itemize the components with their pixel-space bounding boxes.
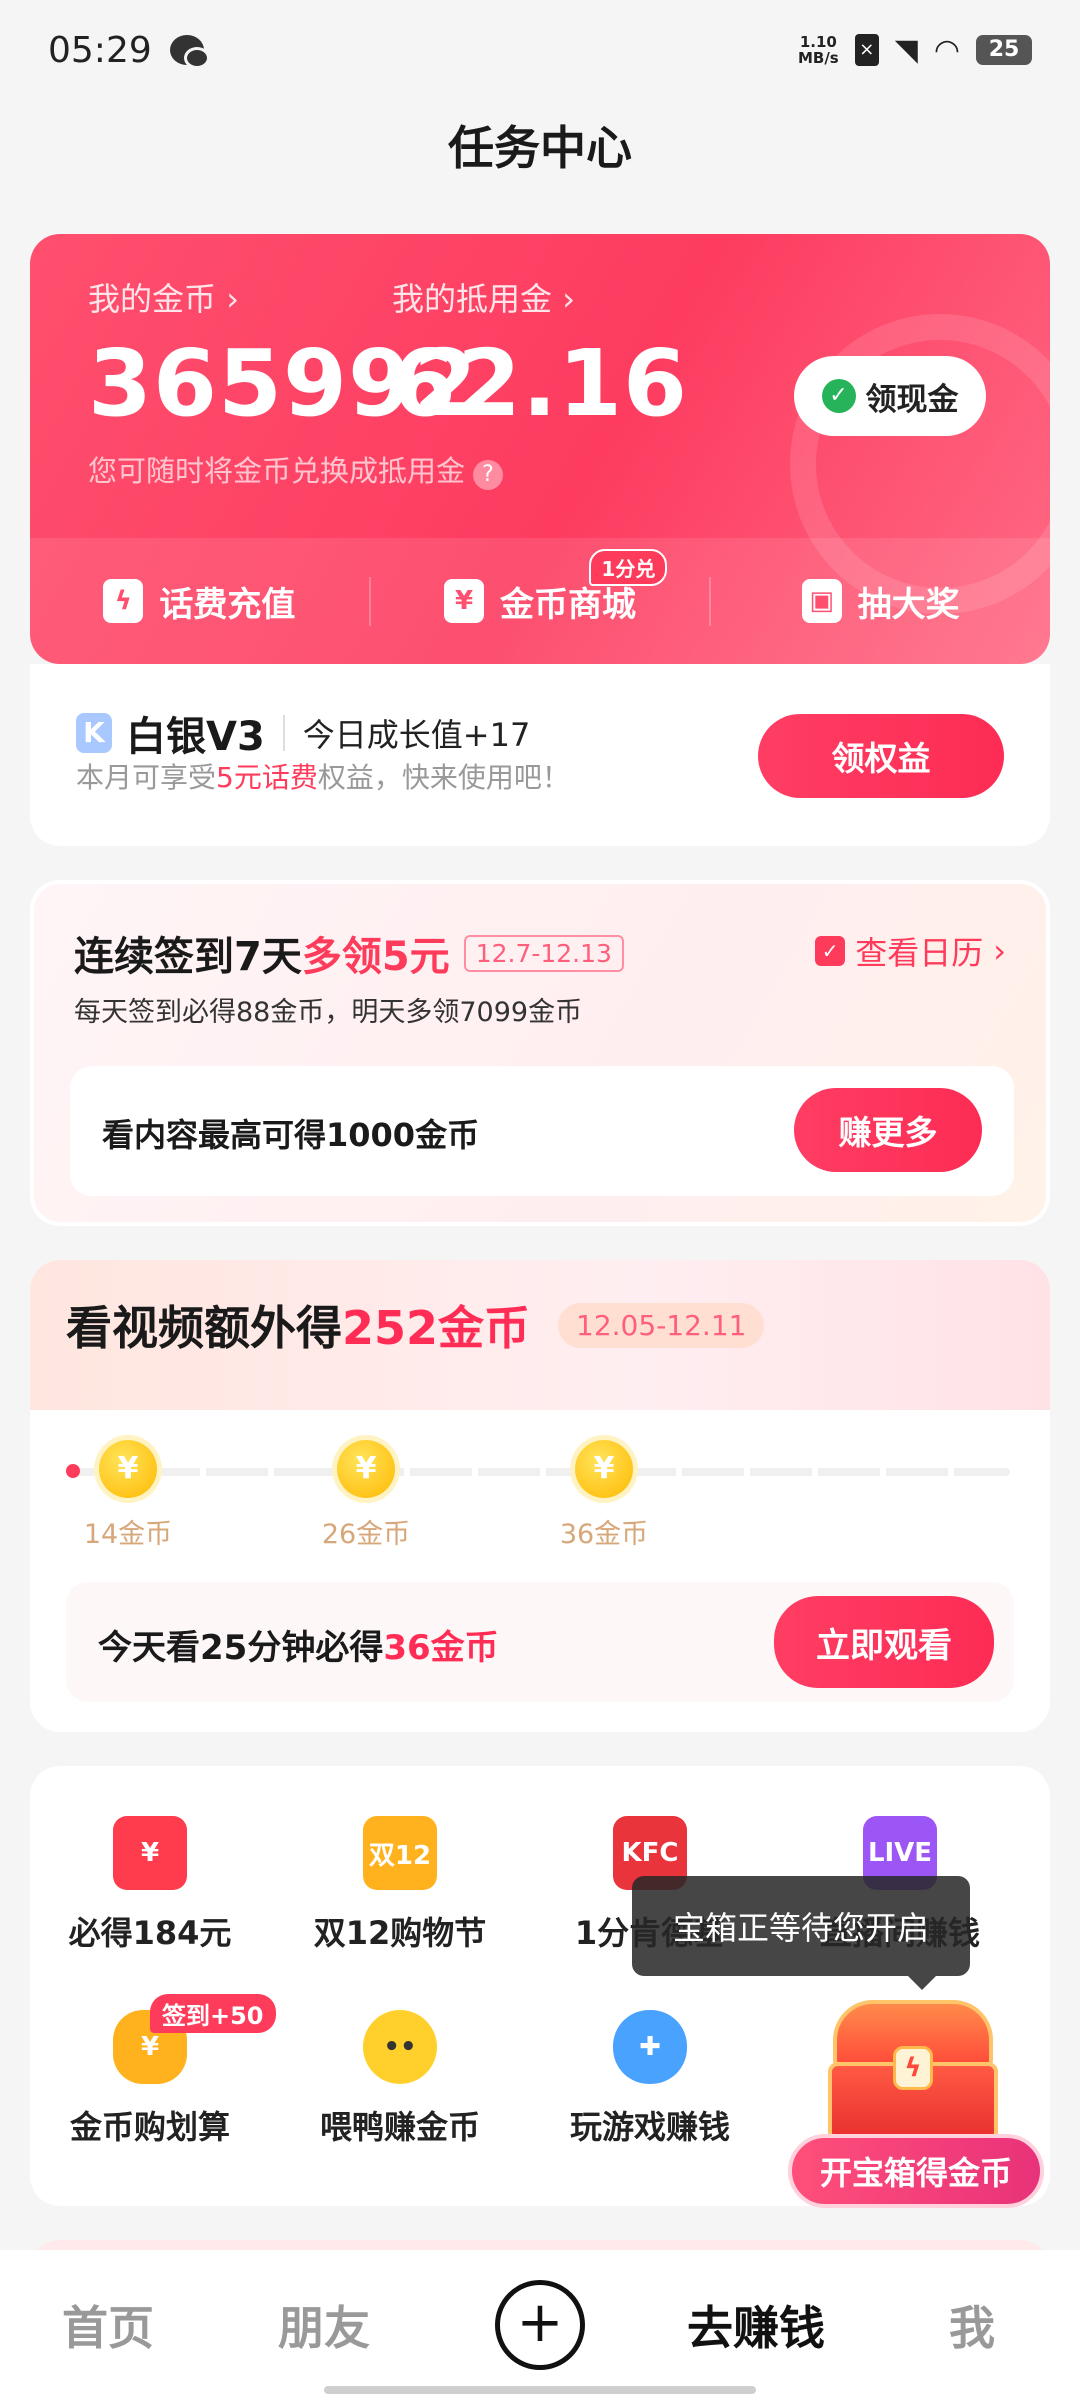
coin-icon: ¥ (575, 1440, 633, 1498)
my-voucher[interactable]: 我的抵用金 › 62.16 (392, 274, 688, 437)
my-coins-label: 我的金币 (88, 280, 217, 318)
nav-create[interactable]: + (432, 2280, 648, 2370)
nav-friends[interactable]: 朋友 (216, 2292, 432, 2358)
grid-item-coin-deals[interactable]: ¥ 签到+50 金币购划算 (30, 1994, 276, 2148)
chevron-right-icon: › (562, 280, 575, 318)
content-task-text: 看内容最高可得1000金币 (102, 1116, 480, 1154)
coin-icon: ¥ (337, 1440, 395, 1498)
signal-icon: ◥ (894, 32, 918, 68)
wechat-notification-icon (169, 35, 210, 69)
chevron-right-icon: › (993, 932, 1006, 970)
checkin-card: 连续签到7天 多领5元 12.7-12.13 ✓ 查看日历 › 每天签到必得88金… (30, 880, 1050, 1226)
lottery-button[interactable]: ▣ 抽大奖 (709, 576, 1050, 626)
calendar-icon: ✓ (815, 936, 846, 966)
battery-icon: 25 (976, 35, 1032, 65)
checkin-bonus-badge: 签到+50 (150, 1994, 276, 2033)
coin-actions: ϟ 话费充值 ¥ 金币商城 1分兑 ▣ 抽大奖 (30, 538, 1050, 664)
level-badge-icon: K (76, 713, 112, 753)
member-level: 白银V3 (126, 714, 265, 760)
shopping-cart-icon: 双12 (363, 1816, 437, 1890)
plus-icon: + (495, 2280, 585, 2370)
my-voucher-value: 62.16 (392, 330, 689, 437)
checkin-title: 连续签到7天 多领5元 12.7-12.13 (74, 924, 624, 982)
checkin-subtitle: 每天签到必得88金币，明天多领7099金币 (74, 997, 583, 1028)
coin-icon: ¥ (99, 1440, 157, 1498)
milestone-3: ¥ 36金币 (544, 1440, 664, 1551)
earn-more-button[interactable]: 赚更多 (794, 1088, 982, 1172)
home-indicator[interactable] (324, 2386, 756, 2394)
watch-now-button[interactable]: 立即观看 (774, 1596, 994, 1688)
member-subtitle: 本月可享受5元话费权益，快来使用吧！ (76, 761, 570, 794)
coin-mall-button[interactable]: ¥ 金币商城 1分兑 (368, 548, 710, 626)
video-task-card: 看视频额外得 252金币 12.05-12.11 ¥ 14金币 ¥ 26金币 ¥ … (30, 1260, 1050, 1732)
phone-recharge-button[interactable]: ϟ 话费充值 (30, 577, 369, 626)
duck-icon: •• (363, 2010, 437, 2084)
nav-me[interactable]: 我 (864, 2292, 1080, 2358)
help-icon[interactable]: ? (473, 460, 504, 490)
red-envelope-icon: ¥ (113, 1816, 187, 1890)
coin-mall-badge: 1分兑 (589, 548, 668, 586)
treasure-chest-icon[interactable]: ϟ (818, 2000, 1008, 2150)
watch-task-text: 今天看25分钟必得36金币 (98, 1628, 499, 1668)
open-chest-button[interactable]: 开宝箱得金币 (788, 2134, 1044, 2208)
milestone-1: ¥ 14金币 (68, 1440, 188, 1551)
checkin-date-range: 12.7-12.13 (463, 934, 624, 972)
coins-card: 我的金币 › 365992 我的抵用金 › 62.16 您可随时将金币兑换成抵用… (30, 234, 1050, 664)
network-speed: 1.10 MB/s (797, 33, 839, 67)
gift-icon: ▣ (801, 579, 842, 623)
claim-rights-button[interactable]: 领权益 (758, 714, 1004, 798)
video-date-range: 12.05-12.11 (558, 1302, 765, 1348)
no-sim-icon: × (854, 34, 879, 66)
grid-item-double12[interactable]: 双12 双12购物节 (280, 1816, 520, 1954)
wifi-icon: ◠ (933, 32, 960, 68)
grid-item-feed-duck[interactable]: •• 喂鸭赚金币 (280, 2010, 520, 2148)
withdraw-cash-button[interactable]: ✓ 领现金 (794, 356, 986, 436)
coin-hint: 您可随时将金币兑换成抵用金 (88, 454, 466, 488)
ticket-icon: ¥ (444, 579, 484, 623)
check-circle-icon: ✓ (821, 379, 856, 413)
member-card: K 白银V3 今日成长值+17 本月可享受5元话费权益，快来使用吧！ 领权益 (30, 664, 1050, 846)
watch-task-row: 今天看25分钟必得36金币 立即观看 (66, 1582, 1014, 1702)
nav-earn[interactable]: 去赚钱 (648, 2292, 864, 2358)
chevron-right-icon: › (226, 280, 239, 318)
grid-item-guaranteed-cash[interactable]: ¥ 必得184元 (30, 1816, 270, 1954)
video-title: 看视频额外得 252金币 12.05-12.11 (66, 1292, 765, 1358)
content-task-row: 看内容最高可得1000金币 赚更多 (70, 1066, 1014, 1196)
divider (282, 715, 285, 751)
gamepad-icon: ✚ (613, 2010, 687, 2084)
phone-charge-icon: ϟ (103, 579, 144, 623)
grid-item-games[interactable]: ✚ 玩游戏赚钱 (530, 2010, 770, 2148)
my-voucher-label: 我的抵用金 (392, 280, 553, 318)
status-bar: 05:29 1.10 MB/s × ◥ ◠ 25 (0, 0, 1080, 100)
page-title: 任务中心 (448, 121, 632, 175)
clock: 05:29 (48, 29, 152, 71)
milestone-2: ¥ 26金币 (306, 1440, 426, 1551)
video-progress-track (70, 1468, 1010, 1476)
nav-home[interactable]: 首页 (0, 2292, 216, 2358)
treasure-tooltip: 宝箱正等待您开启 (632, 1876, 970, 1990)
growth-value: 今日成长值+17 (302, 716, 531, 754)
bottom-nav: 首页 朋友 + 去赚钱 我 (0, 2250, 1080, 2400)
view-calendar-link[interactable]: ✓ 查看日历 › (815, 928, 1006, 974)
